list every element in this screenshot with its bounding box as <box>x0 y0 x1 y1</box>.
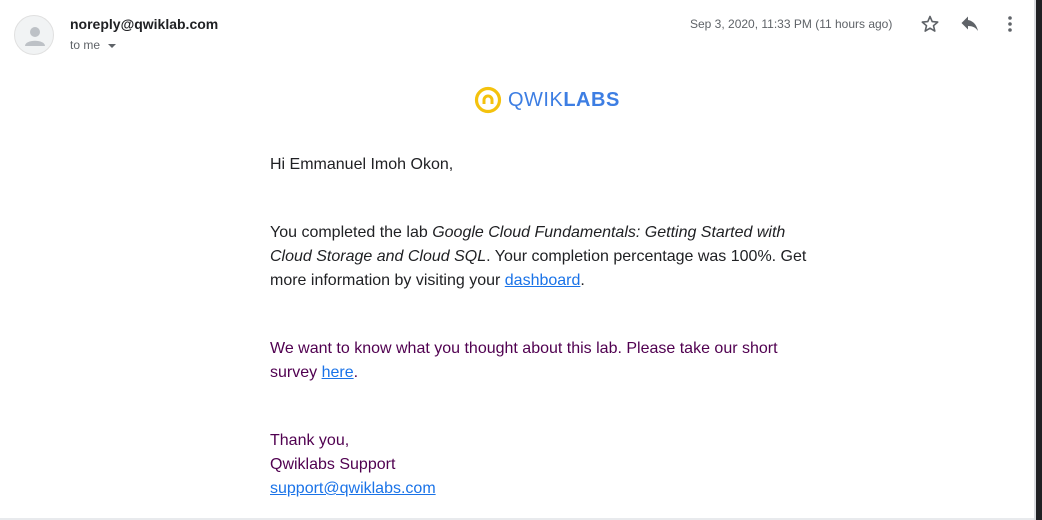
completion-suffix: . <box>580 272 585 289</box>
more-vert-icon <box>1008 16 1012 32</box>
reply-button[interactable] <box>958 12 982 36</box>
logo-text-labs: LABS <box>563 89 620 111</box>
person-icon <box>25 27 45 46</box>
email-date: Sep 3, 2020, 11:33 PM (11 hours ago) <box>690 17 893 31</box>
window-edge <box>1036 0 1042 520</box>
recipient-label: to me <box>70 38 101 52</box>
logo-text-qwik: QWIK <box>508 89 564 111</box>
chevron-down-icon <box>108 43 117 48</box>
support-email-link[interactable]: support@qwiklabs.com <box>270 480 436 497</box>
signature-block: Thank you, Qwiklabs Support support@qwik… <box>270 429 436 501</box>
survey-paragraph: We want to know what you thought about t… <box>270 337 810 385</box>
sender-avatar[interactable] <box>14 15 54 55</box>
sender-address[interactable]: noreply@qwiklab.com <box>70 16 218 32</box>
qwiklabs-logo-icon <box>474 86 502 114</box>
completion-prefix: You completed the lab <box>270 224 433 241</box>
star-icon <box>921 15 939 32</box>
qwiklabs-logo: QWIKLABS <box>474 86 620 114</box>
completion-paragraph: You completed the lab Google Cloud Funda… <box>270 221 810 293</box>
thanks-text: Thank you, <box>270 432 350 449</box>
dashboard-link[interactable]: dashboard <box>505 272 581 289</box>
reply-icon <box>961 16 978 31</box>
survey-link[interactable]: here <box>322 364 354 381</box>
survey-suffix: . <box>353 364 359 381</box>
greeting: Hi Emmanuel Imoh Okon, <box>270 156 454 173</box>
logo-wordmark: QWIKLABS <box>508 87 620 113</box>
more-options-button[interactable] <box>998 12 1022 36</box>
email-header: noreply@qwiklab.com to me Sep 3, 2020, 1… <box>0 0 1034 64</box>
recipient-details-toggle[interactable]: to me <box>70 38 117 52</box>
signature-name: Qwiklabs Support <box>270 456 396 473</box>
star-button[interactable] <box>918 12 942 36</box>
